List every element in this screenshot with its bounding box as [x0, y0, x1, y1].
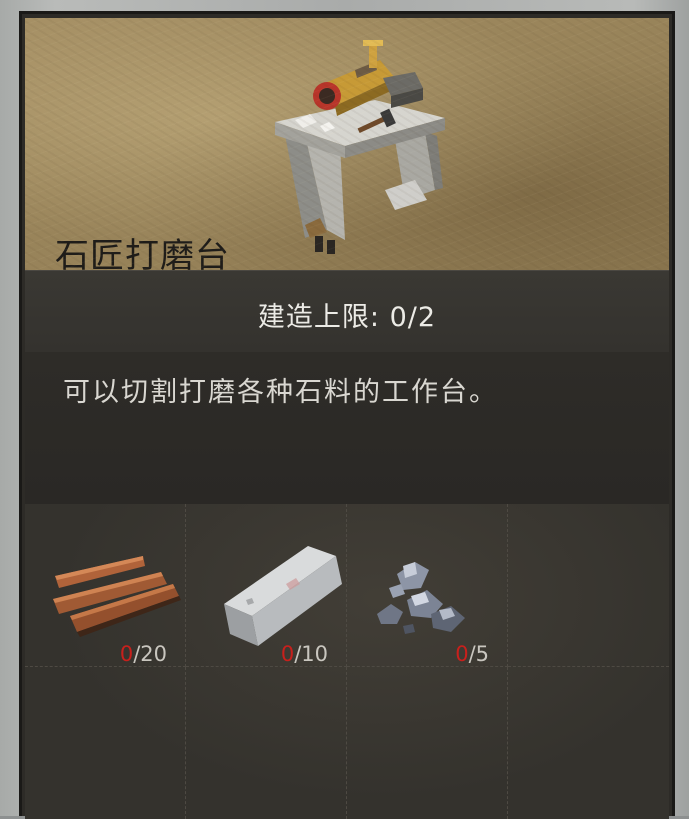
item-title: 石匠打磨台 — [55, 236, 230, 270]
material-slot-empty — [508, 667, 669, 819]
materials-grid: 0/20 0/10 0/5 — [25, 504, 669, 819]
build-limit-text: 建造上限: 0/2 — [257, 302, 437, 333]
item-description: 可以切割打磨各种石料的工作台。 — [63, 377, 498, 408]
material-slot-empty — [347, 667, 508, 819]
material-slot-wood[interactable]: 0/20 — [25, 504, 186, 667]
material-slot-empty — [186, 667, 347, 819]
material-slot-stone[interactable]: 0/10 — [186, 504, 347, 667]
window-frame: 石匠打磨台 建造上限: 0/2 可以切割打磨各种石料的工作台。 0/20 0/1… — [0, 0, 689, 819]
material-slot-empty — [508, 504, 669, 667]
material-count-stone: 0/10 — [280, 642, 328, 666]
build-limit-bar: 建造上限: 0/2 — [25, 270, 669, 353]
material-slot-empty — [25, 667, 186, 819]
material-slot-ore[interactable]: 0/5 — [347, 504, 508, 667]
item-detail-panel: 石匠打磨台 建造上限: 0/2 可以切割打磨各种石料的工作台。 0/20 0/1… — [19, 11, 675, 819]
material-count-wood: 0/20 — [119, 642, 167, 666]
item-header: 石匠打磨台 — [25, 18, 669, 270]
build-limit-label: 建造上限 — [257, 302, 370, 333]
material-count-ore: 0/5 — [455, 642, 489, 666]
build-limit-value: 0/2 — [389, 302, 437, 333]
description-box: 可以切割打磨各种石料的工作台。 — [25, 352, 669, 504]
stonemason-workbench-icon — [275, 40, 445, 254]
